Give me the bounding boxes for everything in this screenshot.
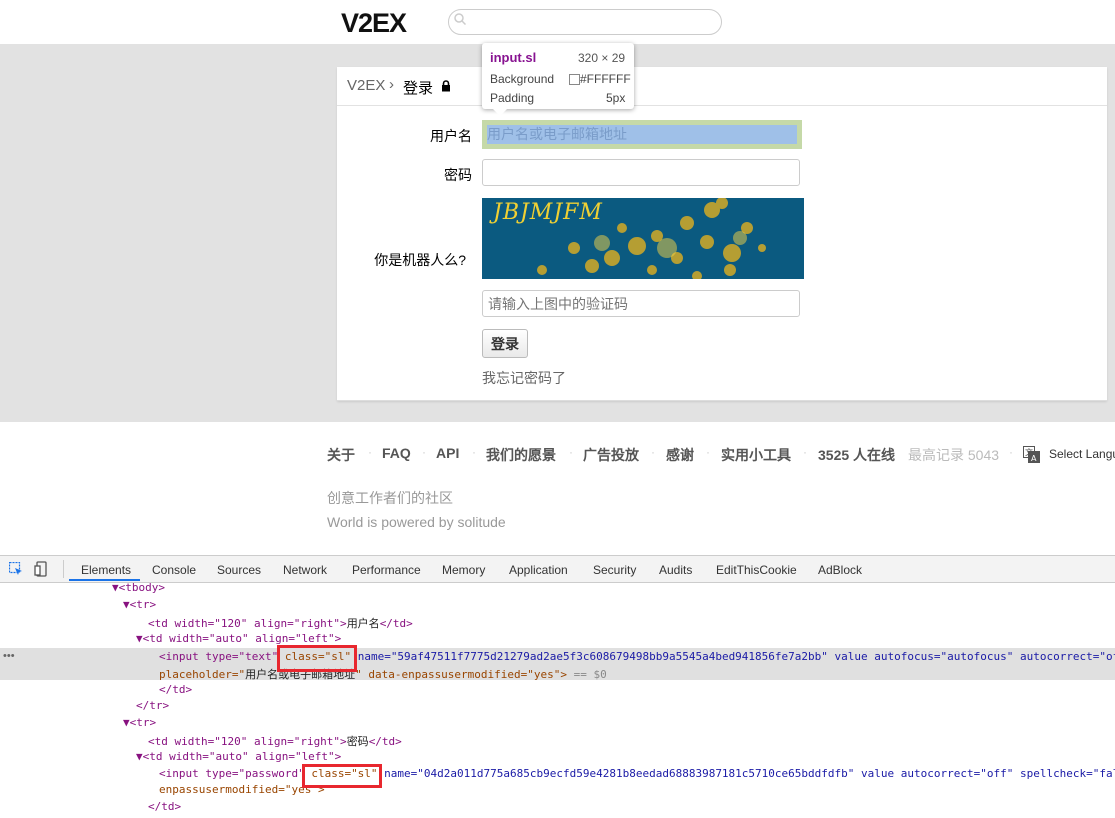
breadcrumb-current: 登录 <box>403 80 434 97</box>
dom-tag: <td width="120" align="right"> <box>148 735 347 748</box>
dom-tag: <td width="120" align="right"> <box>148 617 347 630</box>
dom-selection-marker: == $0 <box>567 668 607 681</box>
tab-performance[interactable]: Performance <box>352 563 421 577</box>
dom-tag: <input type="text" <box>159 650 285 663</box>
username-input[interactable]: 用户名或电子邮箱地址 <box>487 125 797 144</box>
dom-tag: ▼<tr> <box>123 598 157 611</box>
search-input[interactable] <box>448 9 722 35</box>
captcha-label: 你是机器人么? <box>374 252 466 268</box>
login-button[interactable]: 登录 <box>482 329 528 358</box>
footer-link-api[interactable]: API <box>436 445 459 461</box>
dom-line[interactable]: <td width="120" align="right">密码</td> <box>148 733 402 749</box>
dom-tag: </td> <box>379 617 413 630</box>
username-label: 用户名 <box>430 128 472 144</box>
footer-link-about[interactable]: 关于 <box>327 445 355 465</box>
footer-link-advertise[interactable]: 广告投放 <box>583 445 639 465</box>
tab-elements[interactable]: Elements <box>81 563 131 577</box>
dom-text: 用户名 <box>346 617 380 630</box>
dom-attributes: name="04d2a011d775a685cb9ecfd59e4281b8ee… <box>377 767 1115 780</box>
tooltip-arrow <box>492 108 508 116</box>
site-logo[interactable]: V2EX <box>341 8 407 39</box>
dom-attribute: enpassusermodified="yes"> <box>159 783 325 796</box>
dom-line-selected[interactable]: placeholder="用户名或电子邮箱地址" data-enpassuser… <box>159 666 607 682</box>
dom-tag: </td> <box>148 800 182 813</box>
dom-tag: </tr> <box>136 699 170 712</box>
dom-line[interactable]: <td width="120" align="right">用户名</td> <box>148 615 413 631</box>
tab-security[interactable]: Security <box>593 563 636 577</box>
tab-application[interactable]: Application <box>509 563 568 577</box>
dom-tag: <input type="password" <box>159 767 312 780</box>
translate-icon[interactable]: 文 A <box>1023 446 1040 463</box>
dom-line[interactable]: ▼<tr> <box>123 598 156 611</box>
dom-tag: ▼<tbody> <box>112 581 165 594</box>
dom-tag: ▼<td width="auto" align="left"> <box>136 750 342 763</box>
tooltip-color-swatch <box>569 74 580 85</box>
select-language-button[interactable]: Select Langu <box>1049 447 1115 461</box>
footer-link-faq[interactable]: FAQ <box>382 445 411 461</box>
tab-console[interactable]: Console <box>152 563 196 577</box>
footer-separator: · <box>472 445 476 459</box>
dom-tag: </td> <box>368 735 402 748</box>
tooltip-element-size: 320 × 29 <box>578 51 626 65</box>
lock-icon <box>442 80 450 92</box>
login-box-header <box>337 67 1107 106</box>
footer-link-vision[interactable]: 我们的愿景 <box>486 445 556 465</box>
dom-attribute: placeholder=" <box>159 668 246 681</box>
footer-online-count: 3525 人在线 <box>818 447 896 463</box>
password-input[interactable] <box>482 159 800 186</box>
dom-tag: ▼<td width="auto" align="left"> <box>136 632 342 645</box>
dom-line[interactable]: </td> <box>159 683 192 696</box>
search-icon <box>454 13 466 25</box>
svg-text:A: A <box>1031 454 1037 463</box>
footer-tagline: 创意工作者们的社区 <box>327 490 453 506</box>
tooltip-element-name: input.sl <box>490 50 537 65</box>
dom-line[interactable]: ▼<td width="auto" align="left"> <box>136 750 341 763</box>
tab-audits[interactable]: Audits <box>659 563 692 577</box>
dom-attribute: " data-enpassusermodified="yes"> <box>355 668 568 681</box>
toolbar-divider <box>63 560 64 578</box>
forgot-password-link[interactable]: 我忘记密码了 <box>482 368 566 388</box>
breadcrumb-separator: › <box>389 76 394 93</box>
tab-adblock[interactable]: AdBlock <box>818 563 862 577</box>
annotation-highlight-box <box>277 645 357 672</box>
more-options-dots[interactable]: ••• <box>3 650 15 662</box>
dom-line[interactable]: ▼<td width="auto" align="left"> <box>136 632 341 645</box>
tab-sources[interactable]: Sources <box>217 563 261 577</box>
captcha-input[interactable] <box>482 290 800 317</box>
tooltip-padding-label: Padding <box>490 91 535 105</box>
footer-powered-by: World is powered by solitude <box>327 514 506 530</box>
footer-link-thanks[interactable]: 感谢 <box>666 445 694 465</box>
footer-separator: · <box>368 445 372 459</box>
dom-tag: </td> <box>159 683 193 696</box>
captcha-text: JBJMJFM <box>493 200 603 225</box>
tab-network[interactable]: Network <box>283 563 327 577</box>
dom-line[interactable]: enpassusermodified="yes"> <box>159 783 325 796</box>
footer-separator: · <box>569 445 573 459</box>
breadcrumb-home-link[interactable]: V2EX <box>347 77 385 94</box>
annotation-highlight-box <box>302 764 382 788</box>
dom-line[interactable]: ▼<tbody> <box>112 581 165 594</box>
footer-link-tools[interactable]: 实用小工具 <box>721 445 791 465</box>
tooltip-background-value: #FFFFFF <box>580 72 631 86</box>
footer-separator: · <box>706 445 710 459</box>
footer-separator: · <box>651 445 655 459</box>
dom-text: 密码 <box>346 735 369 748</box>
dom-attributes: name="59af47511f7775d21279ad2ae5f3c60867… <box>351 650 1115 663</box>
footer-separator: · <box>803 445 807 459</box>
dom-tag: ▼<tr> <box>123 716 157 729</box>
password-label: 密码 <box>444 167 472 183</box>
footer-separator: · <box>422 445 426 459</box>
tab-editthiscookie[interactable]: EditThisCookie <box>716 563 797 577</box>
tooltip-background-label: Background <box>490 72 555 86</box>
dom-line[interactable]: </td> <box>148 800 181 813</box>
dom-line[interactable]: ▼<tr> <box>123 716 156 729</box>
dom-line[interactable]: </tr> <box>136 699 169 712</box>
tooltip-padding-value: 5px <box>606 91 626 105</box>
tab-memory[interactable]: Memory <box>442 563 485 577</box>
inspect-element-icon[interactable] <box>9 562 23 576</box>
footer-separator: · <box>1009 445 1013 459</box>
device-toolbar-icon[interactable] <box>34 561 50 577</box>
footer-record: 最高记录 5043 <box>908 447 1000 463</box>
